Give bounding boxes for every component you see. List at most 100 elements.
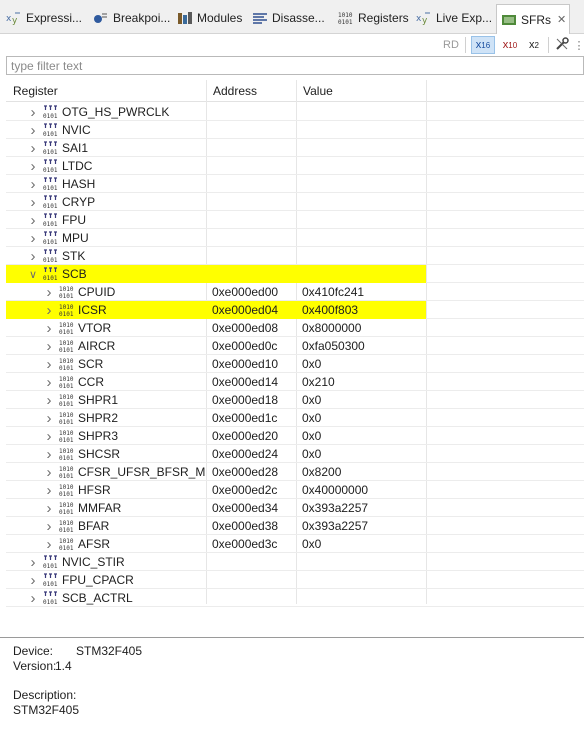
register-value[interactable]: 0x393a2257	[302, 501, 368, 515]
register-icon: 1010 0101	[58, 339, 74, 354]
register-row[interactable]: › 1010 0101 SHPR3 0xe000ed20 0x0	[6, 427, 584, 445]
chevron-right-icon[interactable]: ›	[28, 158, 38, 175]
chevron-right-icon[interactable]: ›	[28, 590, 38, 607]
chevron-right-icon[interactable]: ›	[44, 284, 54, 301]
tab-label: Modules	[197, 11, 243, 25]
peripheral-row[interactable]: › 0101 STK	[6, 247, 584, 265]
peripheral-row[interactable]: ∨ 0101 SCB	[6, 265, 584, 283]
tab-live-expressions[interactable]: xy Live Exp...	[416, 4, 494, 32]
configure-button[interactable]	[552, 36, 572, 54]
peripheral-row[interactable]: › 0101 CRYP	[6, 193, 584, 211]
chevron-right-icon[interactable]: ›	[44, 500, 54, 517]
register-address: 0xe000ed00	[212, 285, 279, 299]
register-row[interactable]: › 10100101 CFSR_UFSR_BFSR_MMFSR 0xe000ed28 0…	[6, 463, 584, 481]
chevron-right-icon[interactable]: ›	[44, 392, 54, 409]
register-value[interactable]: 0x400f803	[302, 303, 358, 317]
chevron-right-icon[interactable]: ›	[44, 482, 54, 499]
tab-registers[interactable]: 1010 0101 Registers	[338, 4, 412, 32]
chevron-right-icon[interactable]: ›	[28, 572, 38, 589]
chevron-right-icon[interactable]: ›	[28, 554, 38, 571]
decimal-format-button[interactable]: x 10	[499, 36, 521, 54]
peripheral-icon: 0101	[42, 105, 58, 120]
peripheral-row[interactable]: › 0101 FPU	[6, 211, 584, 229]
register-value[interactable]: 0x8000000	[302, 321, 361, 335]
register-row[interactable]: › 1010 0101 SCR 0xe000ed10 0x0	[6, 355, 584, 373]
register-value[interactable]: 0x210	[302, 375, 335, 389]
chevron-right-icon[interactable]: ›	[44, 320, 54, 337]
chevron-right-icon[interactable]: ›	[44, 374, 54, 391]
chevron-right-icon[interactable]: ›	[44, 428, 54, 445]
register-value[interactable]: 0x0	[302, 393, 321, 407]
register-row[interactable]: › 1010 0101 BFAR 0xe000ed38 0x393a2257	[6, 517, 584, 535]
svg-text:0101: 0101	[43, 221, 58, 227]
chevron-right-icon[interactable]: ›	[28, 140, 38, 157]
peripheral-row[interactable]: › 0101 HASH	[6, 175, 584, 193]
peripheral-row[interactable]: › 0101 NVIC	[6, 121, 584, 139]
filter-input[interactable]	[6, 56, 584, 75]
register-address: 0xe000ed38	[212, 519, 279, 533]
register-value[interactable]: 0x0	[302, 537, 321, 551]
peripheral-row[interactable]: › 0101 SCB_ACTRL	[6, 589, 584, 607]
register-row[interactable]: › 1010 0101 SHPR2 0xe000ed1c 0x0	[6, 409, 584, 427]
chevron-right-icon[interactable]: ›	[28, 230, 38, 247]
register-value[interactable]: 0x0	[302, 429, 321, 443]
svg-text:0101: 0101	[59, 293, 74, 299]
read-button[interactable]: RD	[440, 36, 462, 54]
register-row[interactable]: › 1010 0101 HFSR 0xe000ed2c 0x40000000	[6, 481, 584, 499]
peripheral-row[interactable]: › 0101 NVIC_STIR	[6, 553, 584, 571]
tab-expressions[interactable]: xy Expressi...	[6, 4, 86, 32]
peripheral-row[interactable]: › 0101 FPU_CPACR	[6, 571, 584, 589]
binary-format-button[interactable]: x2	[524, 36, 544, 54]
chevron-right-icon[interactable]: ›	[44, 302, 54, 319]
chevron-right-icon[interactable]: ›	[28, 212, 38, 229]
close-icon[interactable]: ✕	[557, 13, 566, 26]
chevron-right-icon[interactable]: ›	[44, 464, 54, 481]
register-value[interactable]: 0xfa050300	[302, 339, 365, 353]
chevron-right-icon[interactable]: ›	[28, 104, 38, 121]
view-menu-button[interactable]: ⋮	[574, 36, 584, 54]
chevron-right-icon[interactable]: ›	[44, 338, 54, 355]
tab-disassembly[interactable]: Disasse...	[252, 4, 330, 32]
description-value: STM32F405	[13, 703, 80, 717]
register-row[interactable]: › 1010 0101 SHPR1 0xe000ed18 0x0	[6, 391, 584, 409]
register-value[interactable]: 0x0	[302, 447, 321, 461]
register-value[interactable]: 0x410fc241	[302, 285, 364, 299]
register-row[interactable]: › 1010 0101 AIRCR 0xe000ed0c 0xfa050300	[6, 337, 584, 355]
chevron-right-icon[interactable]: ›	[44, 356, 54, 373]
hex-format-button[interactable]: x 16	[471, 36, 495, 54]
register-value[interactable]: 0x40000000	[302, 483, 368, 497]
register-row[interactable]: › 1010 0101 CPUID 0xe000ed00 0x410fc241	[6, 283, 584, 301]
column-header-register[interactable]: Register	[13, 84, 58, 98]
chevron-right-icon[interactable]: ›	[28, 176, 38, 193]
tab-breakpoints[interactable]: Breakpoi...	[93, 4, 173, 32]
register-row[interactable]: › 1010 0101 ICSR 0xe000ed04 0x400f803	[6, 301, 584, 319]
chevron-right-icon[interactable]: ›	[28, 194, 38, 211]
peripheral-row[interactable]: › 0101 OTG_HS_PWRCLK	[6, 103, 584, 121]
chevron-right-icon[interactable]: ›	[44, 518, 54, 535]
column-header-value[interactable]: Value	[303, 84, 333, 98]
register-address: 0xe000ed3c	[212, 537, 278, 551]
peripheral-icon: 0101	[42, 231, 58, 246]
tab-modules[interactable]: Modules	[177, 4, 247, 32]
register-row[interactable]: › 1010 0101 CCR 0xe000ed14 0x210	[6, 373, 584, 391]
tab-sfrs[interactable]: SFRs ✕	[496, 4, 570, 34]
register-value[interactable]: 0x0	[302, 411, 321, 425]
register-value[interactable]: 0x8200	[302, 465, 341, 479]
peripheral-row[interactable]: › 0101 MPU	[6, 229, 584, 247]
register-row[interactable]: › 1010 0101 AFSR 0xe000ed3c 0x0	[6, 535, 584, 553]
chevron-down-icon[interactable]: ∨	[28, 266, 38, 282]
column-header-address[interactable]: Address	[213, 84, 257, 98]
chevron-right-icon[interactable]: ›	[44, 410, 54, 427]
peripheral-row[interactable]: › 0101 LTDC	[6, 157, 584, 175]
register-value[interactable]: 0x393a2257	[302, 519, 368, 533]
chevron-right-icon[interactable]: ›	[28, 122, 38, 139]
register-row[interactable]: › 1010 0101 MMFAR 0xe000ed34 0x393a2257	[6, 499, 584, 517]
peripheral-row[interactable]: › 0101 SAI1	[6, 139, 584, 157]
chevron-right-icon[interactable]: ›	[44, 446, 54, 463]
register-value[interactable]: 0x0	[302, 357, 321, 371]
chevron-right-icon[interactable]: ›	[44, 536, 54, 553]
toolbar-separator	[465, 37, 466, 53]
register-row[interactable]: › 1010 0101 VTOR 0xe000ed08 0x8000000	[6, 319, 584, 337]
register-row[interactable]: › 1010 0101 SHCSR 0xe000ed24 0x0	[6, 445, 584, 463]
chevron-right-icon[interactable]: ›	[28, 248, 38, 265]
